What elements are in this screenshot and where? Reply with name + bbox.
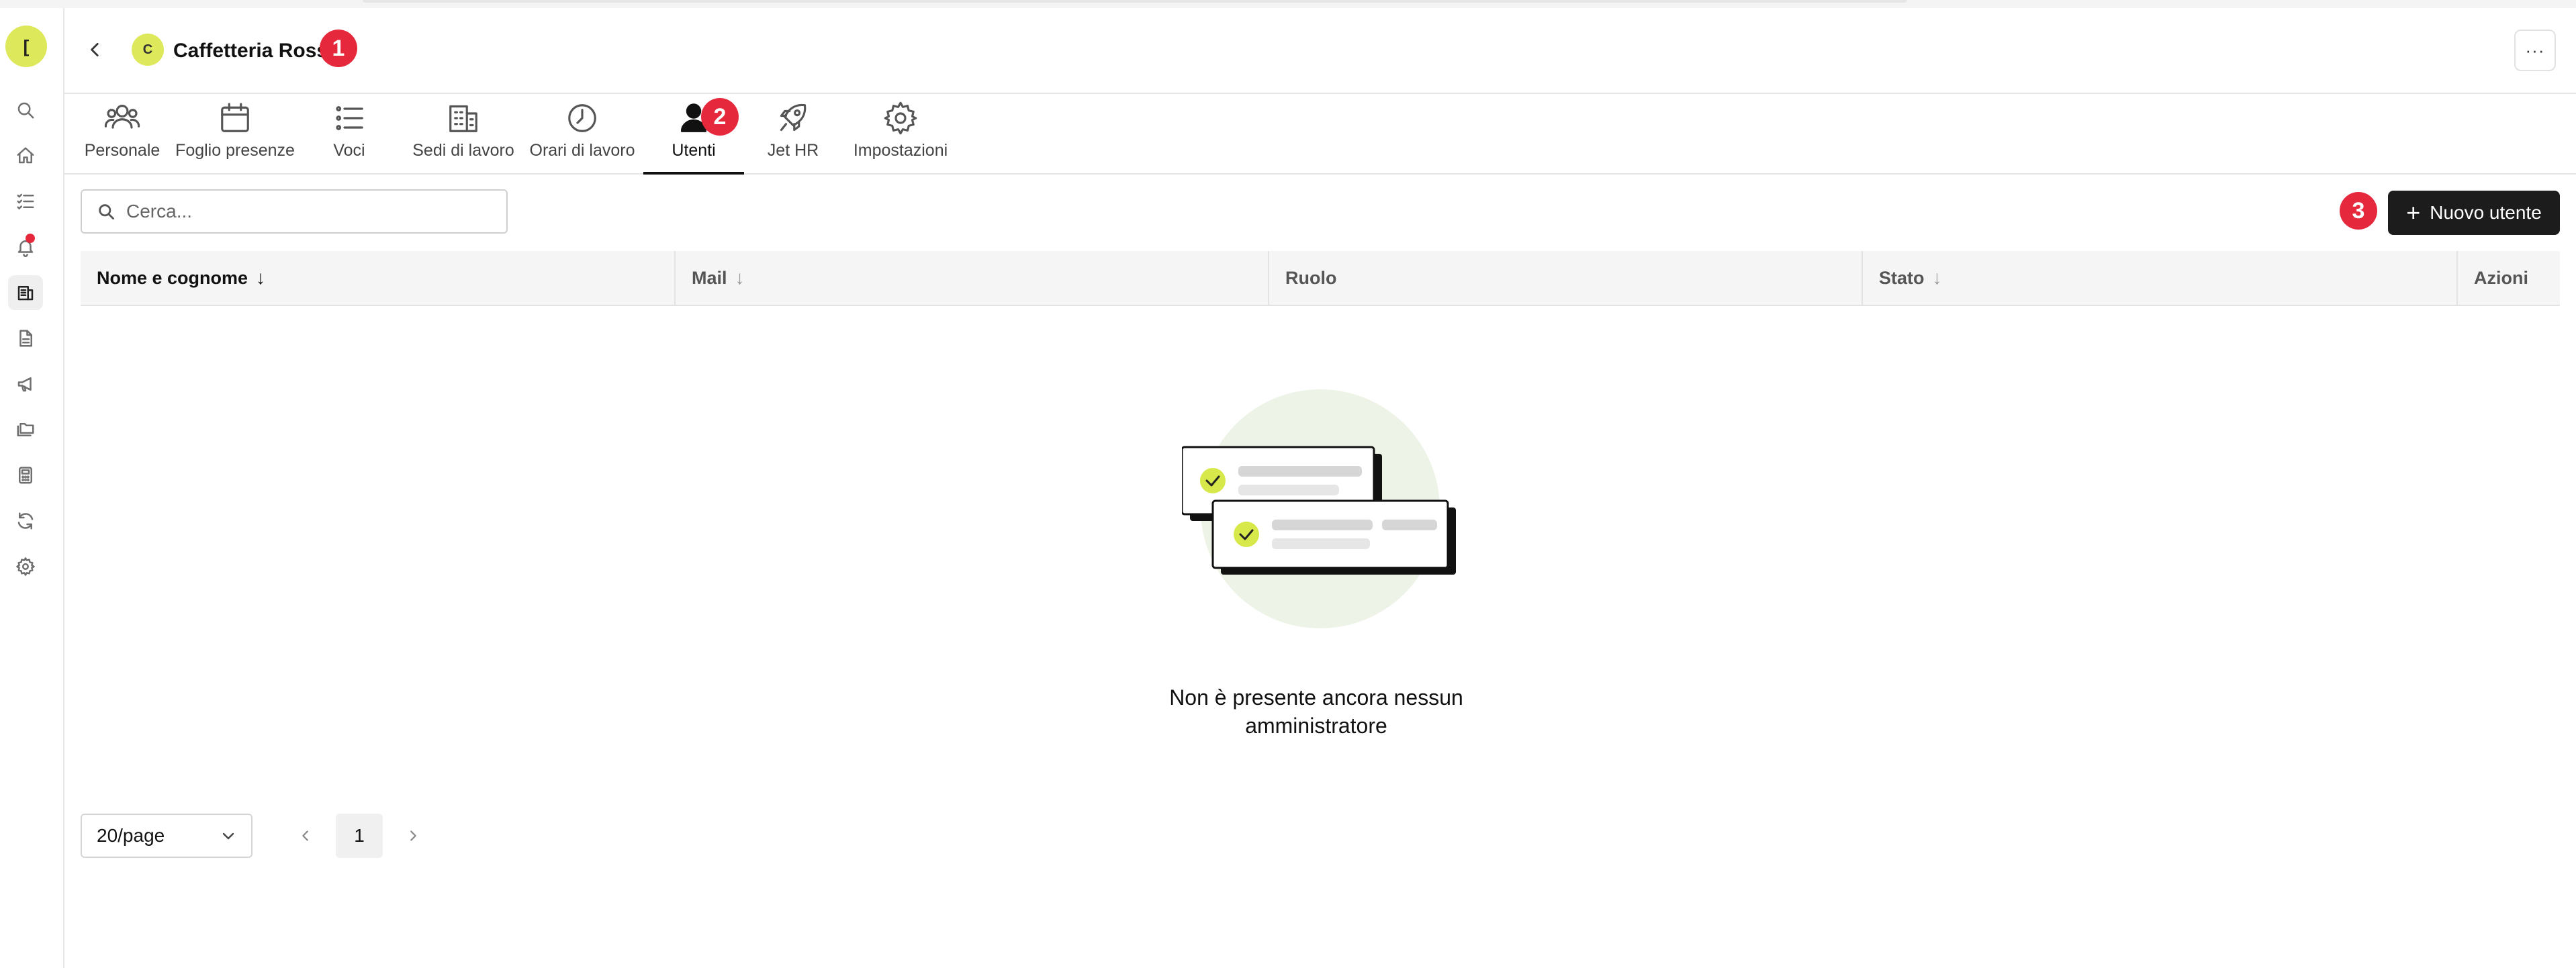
column-header-ruolo: Ruolo <box>1268 251 1861 305</box>
tab-label: Utenti <box>672 141 716 160</box>
column-header-azioni: Azioni <box>2456 251 2560 305</box>
tab-impostazioni[interactable]: Impostazioni <box>837 94 964 173</box>
annotation-badge-1: 1 <box>320 30 357 67</box>
tab-label: Voci <box>333 141 365 160</box>
tab-label: Orari di lavoro <box>529 141 635 160</box>
sort-arrow-icon[interactable]: ↓ <box>256 267 265 289</box>
annotation-badge-3: 3 <box>2340 192 2377 230</box>
gear-icon <box>884 101 917 135</box>
tab-jet-hr[interactable]: Jet HR <box>756 94 830 173</box>
column-header-mail[interactable]: Mail ↓ <box>674 251 1268 305</box>
column-header-stato[interactable]: Stato ↓ <box>1861 251 2456 305</box>
empty-state-line-2: amministratore <box>1245 714 1387 738</box>
sidebar-megaphone-icon[interactable] <box>8 367 43 401</box>
notification-dot <box>26 234 35 243</box>
people-icon <box>104 105 140 129</box>
tab-personale[interactable]: Personale <box>74 94 171 173</box>
building-icon <box>449 105 477 132</box>
more-options-button[interactable]: ··· <box>2514 30 2556 71</box>
sidebar-home-icon[interactable] <box>8 138 43 173</box>
tab-label: Foglio presenze <box>175 141 295 160</box>
chevron-down-icon <box>222 832 234 840</box>
search-input[interactable] <box>125 200 463 223</box>
empty-state-line-1: Non è presente ancora nessun <box>1169 685 1463 710</box>
search-icon <box>99 204 114 220</box>
sort-arrow-icon[interactable]: ↓ <box>735 267 745 289</box>
sidebar-company-icon[interactable] <box>8 275 43 310</box>
tab-label: Sedi di lavoro <box>412 141 514 160</box>
column-label: Mail <box>692 267 727 288</box>
chevron-left-icon <box>302 830 308 841</box>
clock-icon <box>568 104 596 132</box>
tab-label: Personale <box>84 141 160 160</box>
sidebar-calculator-icon[interactable] <box>8 458 43 493</box>
page-number-current[interactable]: 1 <box>336 814 383 858</box>
column-label: Stato <box>1879 267 1925 288</box>
page-size-select[interactable]: 20/page <box>81 814 252 858</box>
sort-arrow-icon[interactable]: ↓ <box>1933 267 1942 289</box>
top-notch <box>363 0 1907 3</box>
calendar-icon <box>221 103 249 132</box>
plus-icon: + <box>2406 199 2421 226</box>
sidebar-folders-icon[interactable] <box>8 412 43 447</box>
sidebar-document-icon[interactable] <box>8 321 43 356</box>
left-sidebar: [ <box>0 8 64 968</box>
sidebar-search-icon[interactable] <box>8 93 43 128</box>
back-button[interactable] <box>82 36 109 63</box>
empty-state-illustration <box>1182 389 1456 628</box>
column-label: Azioni <box>2474 267 2528 288</box>
next-page-button[interactable] <box>398 820 428 851</box>
sidebar-bell-icon[interactable] <box>8 230 43 264</box>
company-avatar: C <box>132 34 164 66</box>
chevron-right-icon <box>410 830 416 841</box>
tab-label: Jet HR <box>767 141 819 160</box>
chevron-left-icon <box>91 42 99 57</box>
tab-orari-di-lavoro[interactable]: Orari di lavoro <box>525 94 639 173</box>
active-tab-indicator <box>643 172 744 175</box>
annotation-badge-2: 2 <box>701 98 739 136</box>
search-box <box>81 189 508 234</box>
company-name: Caffetteria Rossi <box>173 40 334 62</box>
page-header: C Caffetteria Rossi 1 ··· <box>64 8 2576 94</box>
tab-foglio-presenze[interactable]: Foglio presenze <box>172 94 298 173</box>
sidebar-sync-icon[interactable] <box>8 503 43 538</box>
tab-bar: Personale Foglio presenze Voci Sedi di l… <box>64 94 2576 175</box>
column-header-nome[interactable]: Nome e cognome ↓ <box>81 251 674 305</box>
tab-voci[interactable]: Voci <box>309 94 389 173</box>
sidebar-gear-icon[interactable] <box>8 549 43 584</box>
user-avatar[interactable]: [ <box>5 26 47 67</box>
page-size-value: 20/page <box>97 825 165 846</box>
column-label: Ruolo <box>1285 267 1337 288</box>
rocket-icon <box>780 103 807 132</box>
table-header: Nome e cognome ↓ Mail ↓ Ruolo Stato ↓ Az… <box>81 251 2560 306</box>
column-label: Nome e cognome <box>97 267 248 288</box>
sidebar-checklist-icon[interactable] <box>8 184 43 219</box>
previous-page-button[interactable] <box>290 820 321 851</box>
tab-sedi-di-lavoro[interactable]: Sedi di lavoro <box>406 94 521 173</box>
list-icon <box>336 106 363 130</box>
top-strip <box>0 0 2576 8</box>
new-user-button[interactable]: + Nuovo utente <box>2388 191 2560 235</box>
new-user-label: Nuovo utente <box>2430 202 2542 223</box>
tab-label: Impostazioni <box>853 141 948 160</box>
empty-state-message: Non è presente ancora nessun amministrat… <box>1101 683 1531 740</box>
